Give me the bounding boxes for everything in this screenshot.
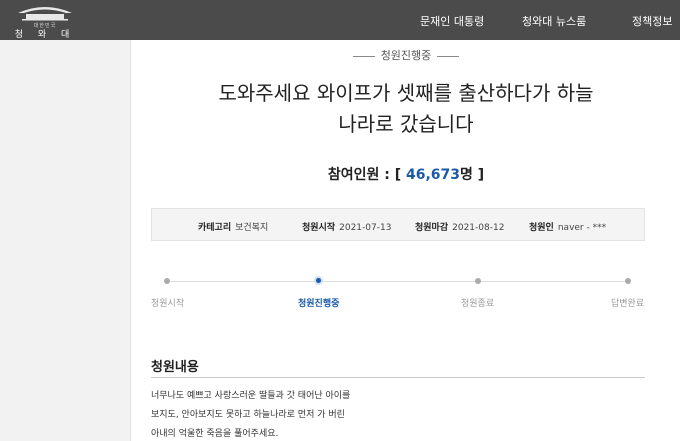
meta-end: 청원마감 2021-08-12 bbox=[415, 220, 504, 233]
progress-dot-ongoing bbox=[314, 276, 323, 285]
body-line-1: 너무나도 예쁘고 사랑스러운 딸들과 갓 태어난 아이를 bbox=[151, 391, 351, 401]
meta-petitioner-label: 청원인 bbox=[529, 223, 554, 233]
section-title-content: 청원내용 bbox=[151, 360, 199, 375]
meta-start: 청원시작 2021-07-13 bbox=[302, 220, 391, 233]
nav-policy[interactable]: 정책정보 bbox=[632, 13, 672, 29]
status-dash-right bbox=[437, 55, 460, 57]
cheongwadae-logo[interactable]: 대한민국 청 와 대 bbox=[10, 3, 80, 40]
count-label: 참여인원 : [ bbox=[327, 167, 402, 183]
step-label-closed: 청원종료 bbox=[461, 299, 495, 309]
meta-start-label: 청원시작 bbox=[302, 223, 336, 233]
step-label-answered: 답변완료 bbox=[611, 299, 645, 309]
progress-dot-start bbox=[164, 278, 170, 284]
logo-name: 청 와 대 bbox=[14, 30, 76, 40]
meta-category: 카테고리 보건복지 bbox=[198, 220, 268, 233]
nav-newsroom[interactable]: 청와대 뉴스룸 bbox=[522, 13, 586, 29]
petition-meta-box: 카테고리 보건복지 청원시작 2021-07-13 청원마감 2021-08-12 청… bbox=[151, 208, 645, 241]
progress-dot-closed bbox=[475, 278, 481, 284]
nav-president[interactable]: 문재인 대통령 bbox=[420, 13, 484, 29]
petition-title: 도와주세요 와이프가 셋째를 출산하다가 하늘 나라로 갔습니다 bbox=[131, 78, 680, 140]
section-divider bbox=[151, 377, 645, 378]
top-navigation-bar: 대한민국 청 와 대 문재인 대통령 청와대 뉴스룸 정책정보 bbox=[0, 0, 680, 40]
petition-status: 청원진행중 bbox=[131, 47, 680, 63]
petition-content: 청원진행중 도와주세요 와이프가 셋째를 출산하다가 하늘 나라로 갔습니다 참… bbox=[130, 40, 680, 441]
petition-title-line-2: 나라로 갔습니다 bbox=[338, 112, 474, 136]
status-label: 청원진행중 bbox=[380, 49, 432, 62]
blue-house-roof-icon bbox=[18, 7, 72, 21]
meta-end-value: 2021-08-12 bbox=[452, 223, 505, 233]
status-dash-left bbox=[352, 55, 375, 57]
meta-end-label: 청원마감 bbox=[415, 223, 449, 233]
petition-title-line-1: 도와주세요 와이프가 셋째를 출산하다가 하늘 bbox=[218, 81, 594, 105]
body-line-3: 아내의 억울한 죽음을 풀어주세요. bbox=[151, 429, 279, 439]
count-value: 46,673 bbox=[405, 167, 460, 183]
count-suffix: 명 ] bbox=[460, 167, 485, 183]
body-line-2: 보지도, 안아보지도 못하고 하늘나라로 먼저 가 버린 bbox=[151, 410, 345, 420]
meta-category-label: 카테고리 bbox=[198, 223, 232, 233]
progress-track bbox=[167, 281, 629, 282]
progress-dot-answered bbox=[625, 278, 631, 284]
meta-petitioner: 청원인 naver - *** bbox=[529, 220, 606, 233]
meta-category-value: 보건복지 bbox=[235, 223, 269, 233]
step-label-ongoing: 청원진행중 bbox=[298, 299, 340, 309]
meta-start-value: 2021-07-13 bbox=[339, 223, 392, 233]
participant-count: 참여인원 : [ 46,673명 ] bbox=[131, 164, 680, 184]
meta-petitioner-value: naver - *** bbox=[557, 223, 607, 233]
step-label-start: 청원시작 bbox=[151, 299, 185, 309]
